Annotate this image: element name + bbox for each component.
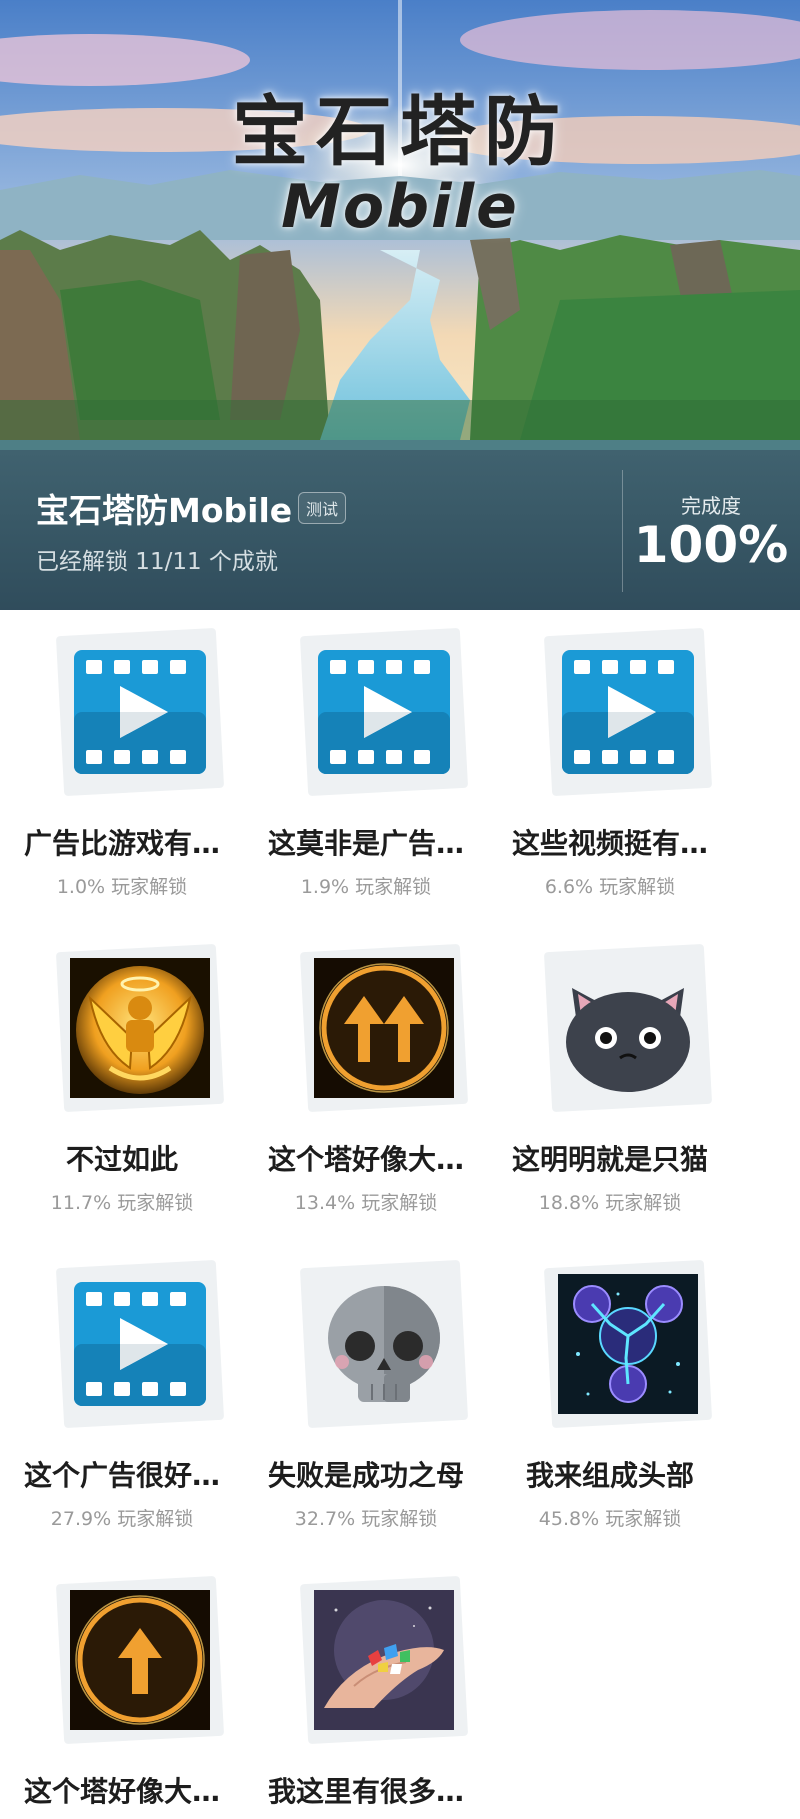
achievement-item[interactable]: 我这里有很多… bbox=[244, 1558, 484, 1819]
achievement-rate: 45.8% 玩家解锁 bbox=[538, 1508, 682, 1530]
banner-subtitle: Mobile bbox=[281, 172, 519, 242]
skull-icon bbox=[328, 1286, 440, 1402]
video-play-icon bbox=[318, 650, 450, 774]
achievement-name: 这莫非是广告… bbox=[267, 827, 464, 860]
video-play-icon bbox=[74, 650, 206, 774]
achievement-name: 这个塔好像大… bbox=[23, 1775, 220, 1808]
achievement-name: 这明明就是只猫 bbox=[511, 1143, 708, 1176]
achievement-item[interactable]: 这个广告很好… 27.9% 玩家解锁 bbox=[0, 1242, 240, 1542]
achievement-item[interactable]: 我来组成头部 45.8% 玩家解锁 bbox=[488, 1242, 728, 1542]
achievement-name: 这些视频挺有… bbox=[511, 827, 708, 860]
achievement-rate: 11.7% 玩家解锁 bbox=[50, 1192, 194, 1214]
achievement-item[interactable]: 不过如此 11.7% 玩家解锁 bbox=[0, 926, 240, 1226]
achievement-rate: 27.9% 玩家解锁 bbox=[50, 1508, 194, 1530]
divider bbox=[622, 470, 623, 592]
achievement-rate: 32.7% 玩家解锁 bbox=[294, 1508, 438, 1530]
completion-label: 完成度 bbox=[681, 494, 741, 518]
hand-gems-icon bbox=[314, 1590, 454, 1730]
game-banner: 宝石塔防 Mobile 宝石塔防Mobile 测试 已经解锁 11/11 个成就… bbox=[0, 0, 800, 610]
achievement-name: 我来组成头部 bbox=[525, 1459, 694, 1492]
game-info-panel: 宝石塔防Mobile 测试 已经解锁 11/11 个成就 完成度 100% bbox=[0, 450, 800, 610]
video-play-icon bbox=[74, 1282, 206, 1406]
achievement-rate: 13.4% 玩家解锁 bbox=[294, 1192, 438, 1214]
achievement-name: 失败是成功之母 bbox=[267, 1459, 464, 1492]
golden-angel-icon bbox=[70, 958, 210, 1098]
banner-title: 宝石塔防 bbox=[232, 87, 568, 176]
achievement-item[interactable]: 失败是成功之母 32.7% 玩家解锁 bbox=[244, 1242, 484, 1542]
achievement-item[interactable]: 这明明就是只猫 18.8% 玩家解锁 bbox=[488, 926, 728, 1226]
test-badge: 测试 bbox=[298, 492, 347, 524]
unlock-summary: 已经解锁 11/11 个成就 bbox=[36, 549, 278, 575]
completion-value: 100% bbox=[633, 516, 789, 574]
achievement-name: 这个广告很好… bbox=[23, 1459, 220, 1492]
achievement-name: 广告比游戏有… bbox=[23, 827, 220, 860]
video-play-icon bbox=[562, 650, 694, 774]
achievement-item[interactable]: 这个塔好像大… bbox=[0, 1558, 240, 1819]
achievement-item[interactable]: 这莫非是广告… 1.9% 玩家解锁 bbox=[244, 610, 484, 910]
achievement-name: 我这里有很多… bbox=[267, 1775, 464, 1808]
achievement-name: 不过如此 bbox=[65, 1143, 178, 1176]
achievement-item[interactable]: 广告比游戏有… 1.0% 玩家解锁 bbox=[0, 610, 240, 910]
black-cat-icon bbox=[566, 988, 690, 1092]
single-up-arrow-icon bbox=[70, 1590, 210, 1730]
achievement-item[interactable]: 这些视频挺有… 6.6% 玩家解锁 bbox=[488, 610, 728, 910]
double-up-arrow-icon bbox=[314, 958, 454, 1098]
achievement-rate: 1.0% 玩家解锁 bbox=[56, 876, 188, 898]
achievement-item[interactable]: 这个塔好像大… 13.4% 玩家解锁 bbox=[244, 926, 484, 1226]
lightning-orbs-icon bbox=[558, 1274, 698, 1414]
achievement-rate: 1.9% 玩家解锁 bbox=[300, 876, 432, 898]
achievement-rate: 18.8% 玩家解锁 bbox=[538, 1192, 682, 1214]
achievement-rate: 6.6% 玩家解锁 bbox=[544, 876, 676, 898]
achievement-name: 这个塔好像大… bbox=[267, 1143, 464, 1176]
game-name: 宝石塔防Mobile bbox=[36, 491, 293, 530]
